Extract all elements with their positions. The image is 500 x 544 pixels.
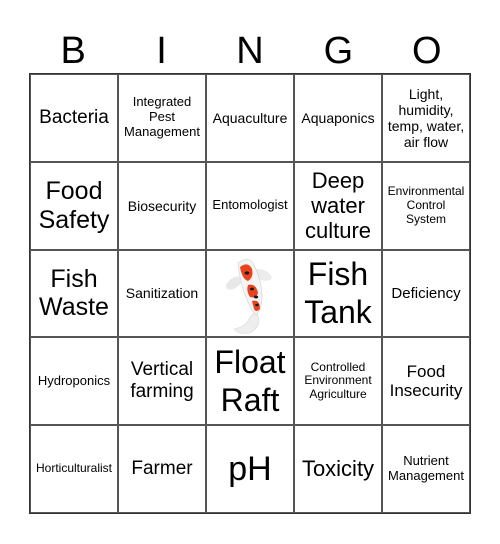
header-letter-i: I [156, 30, 167, 72]
header-letter-n: N [236, 30, 264, 72]
bingo-cell[interactable]: Farmer [118, 425, 206, 513]
bingo-cell[interactable]: Aquaculture [206, 74, 294, 162]
bingo-cell[interactable]: Hydroponics [30, 337, 118, 426]
header-letter-b: B [60, 30, 86, 72]
bingo-board: Bacteria Integrated Pest Management Aqua… [29, 73, 471, 514]
bingo-cell[interactable]: Light, humidity, temp, water, air flow [382, 74, 470, 162]
bingo-header: B I N G O [29, 28, 471, 74]
bingo-cell[interactable]: Aquaponics [294, 74, 382, 162]
header-letter-o: O [411, 30, 442, 72]
bingo-cell[interactable]: pH [206, 425, 294, 513]
bingo-cell[interactable]: Entomologist [206, 161, 294, 250]
bingo-cell[interactable]: Nutrient Management [382, 425, 470, 513]
bingo-cell[interactable]: Integrated Pest Management [118, 74, 206, 162]
bingo-cell[interactable]: Fish Tank [294, 249, 382, 338]
bingo-cell[interactable]: Vertical farming [118, 337, 206, 426]
koi-fish-icon [226, 258, 272, 334]
free-space-cell[interactable] [206, 249, 294, 338]
bingo-cell[interactable]: Float Raft [206, 337, 294, 426]
bingo-cell[interactable]: Sanitization [118, 249, 206, 338]
bingo-cell[interactable]: Toxicity [294, 425, 382, 513]
bingo-cell[interactable]: Controlled Environment Agriculture [294, 337, 382, 426]
bingo-cell[interactable]: Horticulturalist [30, 425, 118, 513]
bingo-cell[interactable]: Deep water culture [294, 161, 382, 250]
bingo-cell[interactable]: Environmental Control System [382, 161, 470, 250]
bingo-cell[interactable]: Deficiency [382, 249, 470, 338]
header-letter-g: G [323, 30, 354, 72]
bingo-cell[interactable]: Biosecurity [118, 161, 206, 250]
bingo-cell[interactable]: Food Safety [30, 161, 118, 250]
bingo-cell[interactable]: Food Insecurity [382, 337, 470, 426]
bingo-cell[interactable]: Fish Waste [30, 249, 118, 338]
bingo-cell[interactable]: Bacteria [30, 74, 118, 162]
